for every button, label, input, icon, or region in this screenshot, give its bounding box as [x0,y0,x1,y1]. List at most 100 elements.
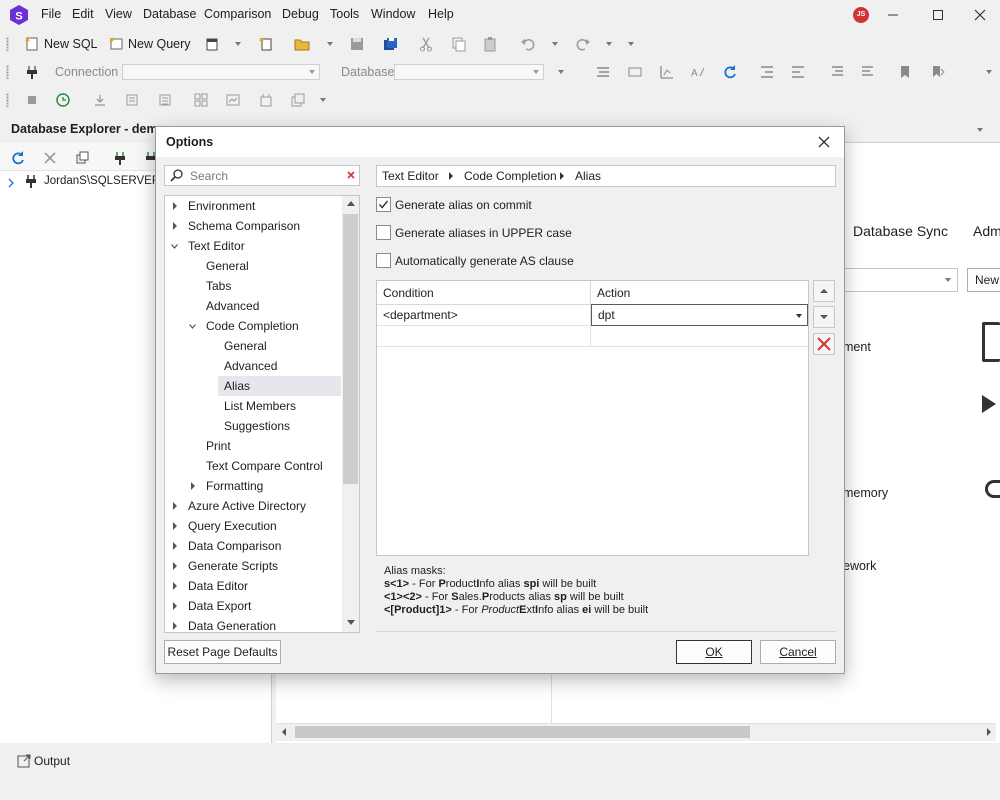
maximize-icon[interactable] [930,7,946,23]
scroll-up-icon[interactable] [347,201,355,206]
play-icon[interactable] [982,395,996,413]
expand-server-icon[interactable] [7,178,15,188]
toolbar-grip[interactable] [6,93,9,107]
tree-item-data-generation[interactable]: Data Generation [188,616,338,632]
database-select[interactable] [394,64,544,80]
open-folder-icon[interactable] [294,36,310,52]
clear-search-icon[interactable] [346,170,356,180]
new-row-action-cell[interactable] [591,326,808,347]
refresh-icon[interactable] [10,150,26,166]
connection-select[interactable] [122,64,320,80]
toolbar-grip[interactable] [6,37,9,51]
tree-item-tabs[interactable]: Tabs [206,276,336,296]
tree-item-azure-active-directory[interactable]: Azure Active Directory [188,496,338,516]
expand-icon[interactable] [173,602,177,610]
scroll-down-icon[interactable] [347,620,355,625]
tabs-dropdown-icon[interactable] [977,128,983,132]
generate-aliases-upper-label[interactable]: Generate aliases in UPPER case [395,226,572,240]
bookmark-next-icon[interactable] [930,64,946,80]
tree-item-environment[interactable]: Environment [188,196,338,216]
output-tab[interactable]: Output [34,754,70,768]
new-button[interactable]: New [967,268,1000,292]
tree-scrollbar-thumb[interactable] [343,214,358,484]
auto-as-clause-checkbox[interactable] [376,253,391,268]
expand-icon[interactable] [173,582,177,590]
toolbar-overflow-icon[interactable] [986,70,992,74]
condition-cell[interactable]: <department> [377,305,591,326]
minimize-icon[interactable] [885,7,901,23]
toolbar-grip[interactable] [6,65,9,79]
tree-item-print[interactable]: Print [206,436,336,456]
expand-icon[interactable] [173,542,177,550]
tree-item-cc-general[interactable]: General [224,336,336,356]
stop-icon[interactable] [24,92,40,108]
menu-edit[interactable]: Edit [72,7,94,21]
search-input[interactable] [190,168,340,183]
breadcrumb-text-editor[interactable]: Text Editor [382,169,439,183]
database-sync-tab[interactable]: Database Sync [853,223,948,239]
tree-item-schema-comparison[interactable]: Schema Comparison [188,216,338,236]
chevron-down-icon[interactable] [552,42,558,46]
scroll-right-icon[interactable] [987,728,991,736]
close-icon[interactable] [816,134,832,150]
expand-icon[interactable] [173,502,177,510]
breadcrumb-alias[interactable]: Alias [575,169,601,183]
tree-item-general[interactable]: General [206,256,336,276]
action-column-header[interactable]: Action [591,281,808,305]
call-stack-icon[interactable] [258,92,274,108]
collapse-all-icon[interactable] [75,150,91,166]
comment-icon[interactable] [829,64,845,80]
format-icon[interactable] [595,64,611,80]
menu-help[interactable]: Help [428,7,454,21]
uncomment-icon[interactable] [860,64,876,80]
connect-plug-icon[interactable] [24,64,40,80]
text-case-icon[interactable]: A [690,64,706,80]
tree-item-text-editor[interactable]: Text Editor [188,236,338,256]
generate-aliases-upper-checkbox[interactable] [376,225,391,240]
tree-item-list-members[interactable]: List Members [224,396,336,416]
expand-icon[interactable] [173,222,177,230]
tree-item-advanced[interactable]: Advanced [206,296,336,316]
new-query-button[interactable]: New Query [128,37,191,51]
refresh-icon[interactable] [722,64,738,80]
menu-file[interactable]: File [41,7,61,21]
cancel-button[interactable]: Cancel [760,640,836,664]
condition-column-header[interactable]: Condition [377,281,591,305]
action-cell[interactable]: dpt [591,304,808,326]
chevron-down-icon[interactable] [606,42,612,46]
new-file-icon[interactable] [258,36,274,52]
tree-item-suggestions[interactable]: Suggestions [224,416,336,436]
paste-icon[interactable] [482,36,498,52]
chevron-down-icon[interactable] [320,98,326,102]
reset-page-defaults-button[interactable]: Reset Page Defaults [164,640,281,664]
save-icon[interactable] [349,36,365,52]
step-over-icon[interactable] [124,92,140,108]
collapse-icon[interactable] [189,323,196,330]
breakpoint-icon[interactable] [193,92,209,108]
chevron-down-icon[interactable] [327,42,333,46]
generate-alias-on-commit-label[interactable]: Generate alias on commit [395,198,532,212]
delete-row-button[interactable] [813,333,835,355]
tree-item-data-comparison[interactable]: Data Comparison [188,536,338,556]
step-out-icon[interactable] [157,92,173,108]
expand-icon[interactable] [173,622,177,630]
toolbar-overflow-icon[interactable] [628,42,634,46]
menu-debug[interactable]: Debug [282,7,319,21]
tree-item-data-export[interactable]: Data Export [188,596,338,616]
chart-icon[interactable] [659,64,675,80]
menu-tools[interactable]: Tools [330,7,359,21]
copy-icon[interactable] [451,36,467,52]
cut-icon[interactable] [418,36,434,52]
history-icon[interactable] [55,92,71,108]
generate-alias-on-commit-checkbox[interactable] [376,197,391,212]
step-into-icon[interactable] [92,92,108,108]
new-connection-icon[interactable] [112,150,128,166]
scroll-left-icon[interactable] [282,728,286,736]
scrollbar-thumb[interactable] [295,726,750,738]
user-avatar[interactable]: JS [853,7,869,23]
tree-item-code-completion[interactable]: Code Completion [206,316,336,336]
tree-item-generate-scripts[interactable]: Generate Scripts [188,556,338,576]
chevron-down-icon[interactable] [558,70,564,74]
tree-item-formatting[interactable]: Formatting [206,476,336,496]
tree-item-alias[interactable]: Alias [224,376,336,396]
